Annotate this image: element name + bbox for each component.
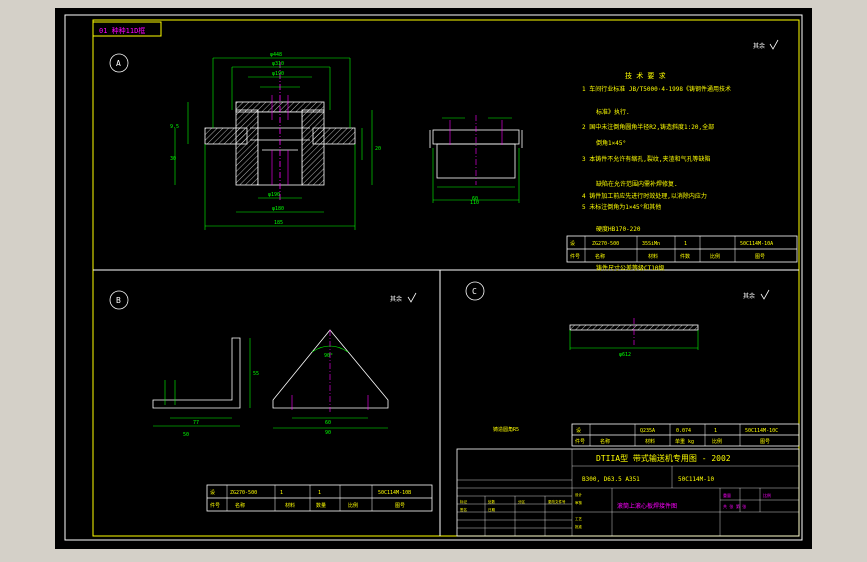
svg-text:标记: 标记 [460, 499, 468, 504]
svg-text:ZG270-500: ZG270-500 [230, 490, 257, 496]
svg-text:其余: 其余 [390, 295, 402, 303]
svg-text:90°: 90° [324, 353, 333, 359]
svg-text:比例: 比例 [712, 438, 722, 445]
svg-text:重量: 重量 [723, 492, 731, 498]
svg-text:分区: 分区 [518, 499, 526, 504]
svg-text:比例: 比例 [348, 502, 358, 509]
svg-text:1: 1 [714, 428, 717, 434]
svg-text:30: 30 [170, 156, 176, 162]
svg-text:Q235A: Q235A [640, 428, 655, 434]
svg-text:批准: 批准 [575, 524, 583, 529]
svg-text:50C114M-10B: 50C114M-10B [378, 490, 411, 496]
svg-text:5 未标注倒角为1×45°和其他: 5 未标注倒角为1×45°和其他 [582, 203, 661, 211]
svg-text:铸件尺寸公差等级CT10级: 铸件尺寸公差等级CT10级 [596, 264, 664, 272]
svg-text:20: 20 [375, 146, 381, 152]
svg-text:件号: 件号 [575, 438, 585, 445]
svg-text:1 车间行业标准 JB/T5000·4-1998《铸钢件通用: 1 车间行业标准 JB/T5000·4-1998《铸钢件通用技术 [582, 85, 731, 93]
svg-text:1: 1 [318, 490, 321, 496]
svg-text:比例: 比例 [710, 253, 720, 260]
svg-text:φ448: φ448 [270, 52, 282, 58]
svg-text:55: 55 [253, 371, 259, 377]
svg-text:90: 90 [325, 430, 331, 436]
svg-text:50: 50 [183, 432, 189, 438]
svg-text:图号: 图号 [395, 503, 405, 509]
svg-text:设: 设 [576, 427, 581, 434]
svg-text:件数: 件数 [680, 253, 690, 260]
svg-text:倒角1×45°: 倒角1×45° [596, 139, 626, 147]
svg-text:35SiMn: 35SiMn [642, 241, 660, 247]
title-part-name: 滚筒上滚心板焊接件图 [617, 502, 677, 510]
title-tab-text: 01 种种11D框 [99, 26, 145, 35]
svg-text:φ180: φ180 [272, 206, 284, 212]
svg-text:名称: 名称 [600, 438, 610, 445]
svg-text:共 张 第 张: 共 张 第 张 [723, 503, 746, 509]
svg-text:4 铸件加工前应先进行时效处理,以消除内应力: 4 铸件加工前应先进行时效处理,以消除内应力 [582, 192, 707, 200]
tech-title: 技 术 要 求 [625, 71, 666, 80]
hatch-left-body [235, 109, 259, 186]
svg-text:185: 185 [274, 220, 283, 226]
svg-text:材料: 材料 [648, 253, 658, 260]
svg-text:A: A [116, 59, 121, 68]
svg-text:B: B [116, 296, 121, 305]
svg-text:工艺: 工艺 [575, 516, 583, 521]
svg-text:签名: 签名 [460, 507, 467, 512]
svg-text:单重 kg: 单重 kg [675, 438, 694, 445]
title-spec: B300, D63.5 A351 [582, 476, 640, 483]
svg-text:更改文件号: 更改文件号 [548, 499, 566, 504]
svg-text:设: 设 [210, 489, 215, 496]
small-note: 铸造圆角R5 [493, 426, 519, 433]
svg-text:110: 110 [470, 200, 479, 206]
svg-text:其余: 其余 [753, 42, 765, 50]
svg-text:图号: 图号 [755, 254, 765, 260]
svg-text:件号: 件号 [570, 253, 580, 260]
svg-text:图号: 图号 [760, 439, 770, 445]
svg-text:设: 设 [570, 240, 575, 247]
svg-text:处数: 处数 [488, 499, 496, 504]
svg-text:50C114M-10A: 50C114M-10A [740, 241, 773, 247]
svg-text:缺陷在允许范围内需补焊修复.: 缺陷在允许范围内需补焊修复. [596, 180, 678, 188]
svg-text:名称: 名称 [595, 253, 605, 260]
svg-text:φ190: φ190 [268, 192, 280, 198]
svg-text:C: C [472, 287, 477, 296]
title-main: DTIIA型 带式输送机专用图 - 2002 [596, 453, 731, 463]
svg-text:材料: 材料 [645, 438, 655, 445]
svg-text:硬度HB170-220: 硬度HB170-220 [596, 225, 641, 233]
svg-text:9.5: 9.5 [170, 124, 179, 130]
svg-text:比例: 比例 [763, 492, 771, 498]
svg-text:其余: 其余 [743, 292, 755, 300]
svg-text:标准》执行.: 标准》执行. [596, 108, 630, 116]
svg-text:φ612: φ612 [619, 352, 631, 358]
hatch-right-body [301, 109, 325, 186]
cad-drawing-canvas: 01 种种11D框 其余 其余 其余 A B C φ448 φ310 φ190 … [0, 0, 867, 562]
svg-text:2 国中未注倒角圆角半径R2,铸造斜度1:20,全部: 2 国中未注倒角圆角半径R2,铸造斜度1:20,全部 [582, 123, 714, 131]
svg-text:件号: 件号 [210, 502, 220, 509]
svg-text:φ310: φ310 [272, 61, 284, 67]
svg-text:数量: 数量 [316, 502, 326, 509]
svg-text:名称: 名称 [235, 502, 245, 509]
svg-text:50C114M-10C: 50C114M-10C [745, 428, 778, 434]
svg-text:77: 77 [193, 420, 199, 426]
svg-text:ZG270-500: ZG270-500 [592, 241, 619, 247]
svg-text:设计: 设计 [575, 492, 583, 497]
svg-text:材料: 材料 [285, 502, 295, 509]
svg-text:日期: 日期 [488, 507, 496, 512]
svg-text:0.074: 0.074 [676, 428, 691, 434]
svg-text:3 本铸件不允许有缩孔,裂纹,夹渣和气孔等缺陷: 3 本铸件不允许有缩孔,裂纹,夹渣和气孔等缺陷 [582, 155, 710, 163]
title-drawing-no: 50C114M-10 [678, 476, 715, 483]
svg-text:审核: 审核 [575, 500, 583, 505]
svg-text:1: 1 [280, 490, 283, 496]
svg-text:φ190: φ190 [272, 71, 284, 77]
svg-text:60: 60 [325, 420, 331, 426]
svg-text:1: 1 [684, 241, 687, 247]
